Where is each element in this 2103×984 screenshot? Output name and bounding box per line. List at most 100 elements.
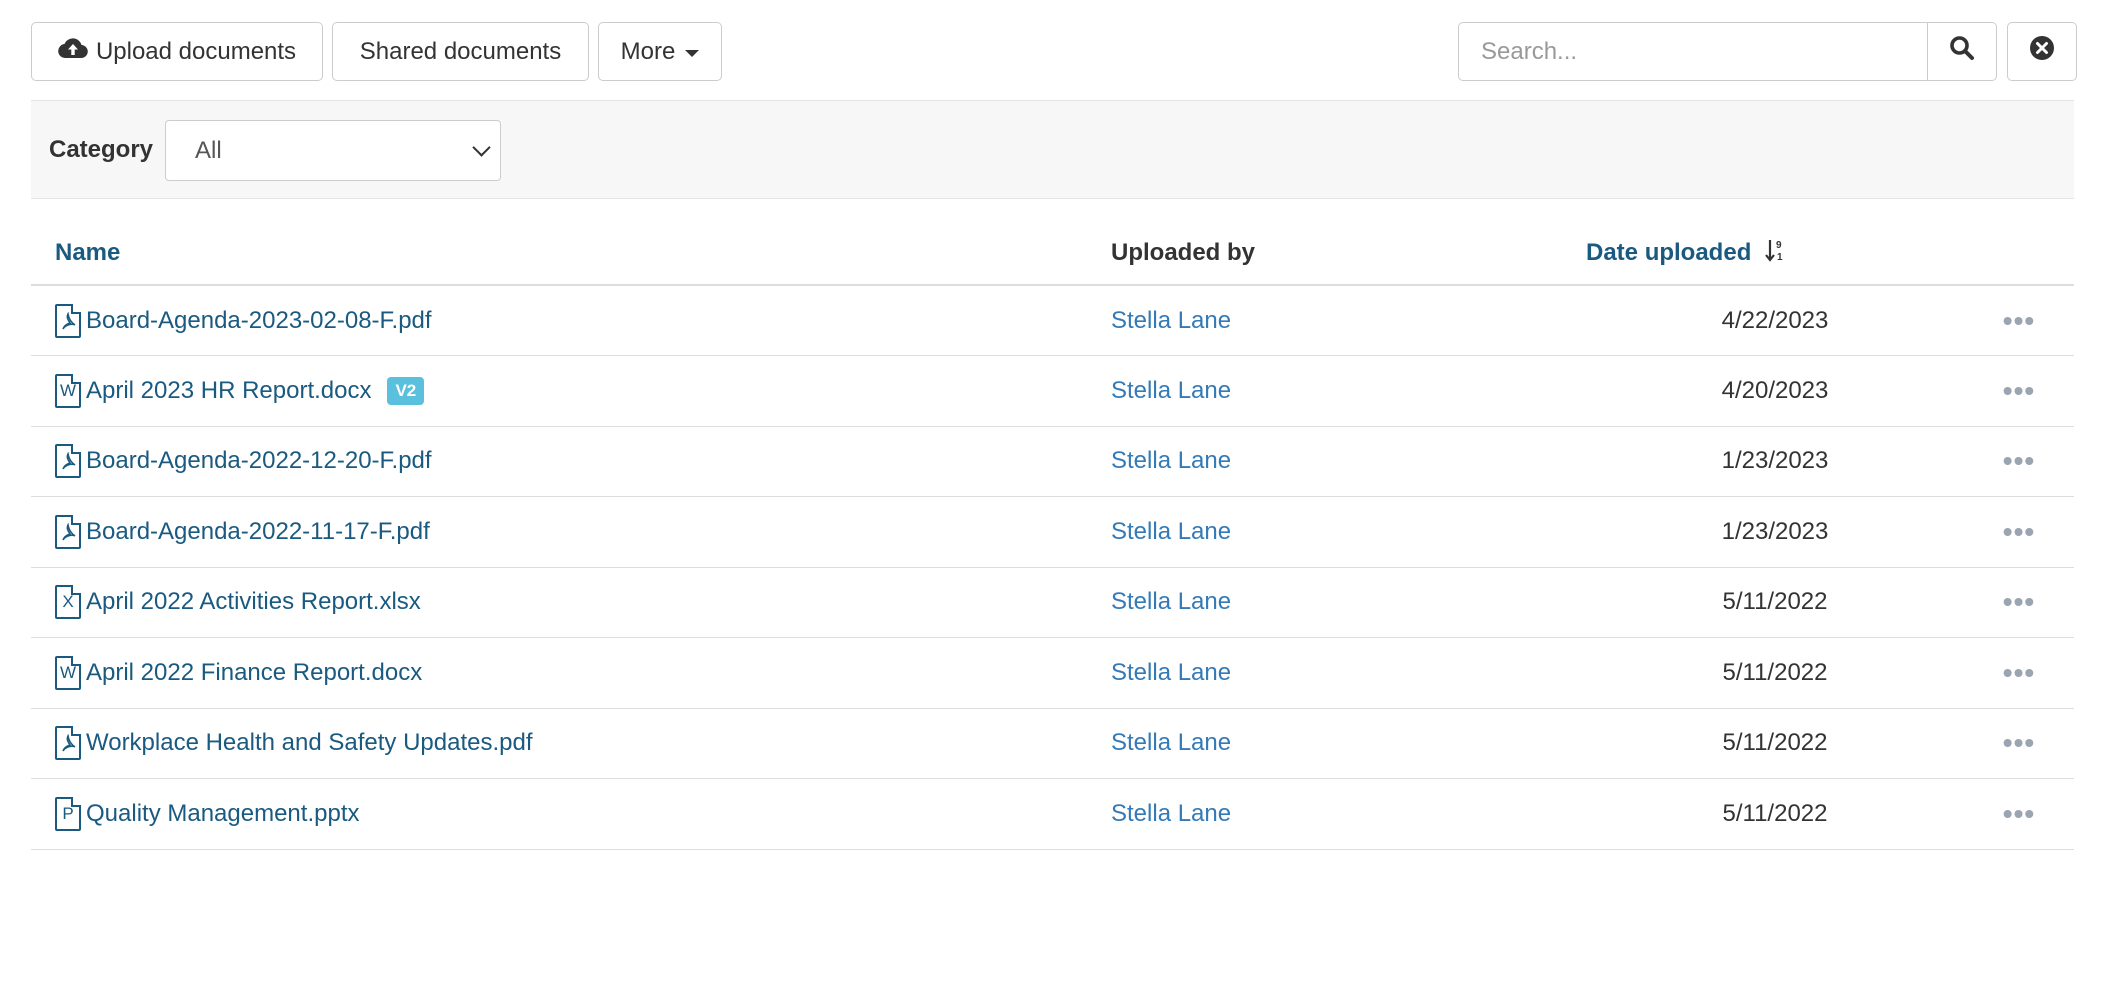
uploaded-by-cell: Stella Lane (1111, 285, 1586, 356)
category-select[interactable]: All (165, 120, 501, 181)
table-row: Board-Agenda-2023-02-08-F.pdf Stella Lane… (31, 285, 2074, 356)
date-uploaded-value: 5/11/2022 (1722, 658, 1828, 686)
chevron-down-icon (472, 138, 491, 157)
uploader-link[interactable]: Stella Lane (1111, 377, 1231, 404)
document-link[interactable]: April 2022 Finance Report.docx (86, 659, 422, 687)
date-uploaded-value: 5/11/2022 (1722, 729, 1828, 757)
date-cell: 5/11/2022 (1586, 778, 1964, 850)
actions-cell: ••• (1964, 567, 2074, 638)
document-link[interactable]: Workplace Health and Safety Updates.pdf (86, 729, 532, 757)
date-uploaded-value: 5/11/2022 (1722, 588, 1828, 616)
actions-cell: ••• (1964, 778, 2074, 850)
shared-documents-label: Shared documents (359, 37, 562, 65)
date-uploaded-value: 5/11/2022 (1722, 799, 1828, 827)
table-row: Board-Agenda-2022-12-20-F.pdf Stella Lane… (31, 426, 2074, 497)
uploader-link[interactable]: Stella Lane (1111, 307, 1231, 334)
date-uploaded-value: 1/23/2023 (1721, 517, 1829, 545)
uploaded-by-cell: Stella Lane (1111, 637, 1586, 709)
actions-cell: ••• (1964, 426, 2074, 497)
date-cell: 5/11/2022 (1586, 637, 1964, 709)
version-badge: V2 (387, 376, 425, 405)
date-cell: 5/11/2022 (1586, 567, 1964, 638)
more-options-icon[interactable]: ••• (1964, 376, 2074, 404)
date-cell: 1/23/2023 (1586, 426, 1964, 497)
more-options-icon[interactable]: ••• (1964, 447, 2074, 475)
clear-search-button[interactable] (2007, 22, 2077, 81)
more-options-icon[interactable]: ••• (1964, 658, 2074, 686)
powerpoint-file-icon: P (55, 796, 81, 831)
date-cell: 4/20/2023 (1586, 355, 1964, 427)
name-cell: W April 2022 Finance Report.docx (31, 637, 1111, 709)
cloud-upload-icon (58, 37, 88, 66)
category-label: Category (49, 136, 154, 163)
date-cell: 1/23/2023 (1586, 496, 1964, 568)
document-link[interactable]: Board-Agenda-2023-02-08-F.pdf (86, 307, 432, 335)
shared-documents-button[interactable]: Shared documents (332, 22, 589, 81)
document-link[interactable]: April 2023 HR Report.docx (86, 377, 371, 405)
date-uploaded-value: 4/20/2023 (1721, 376, 1829, 404)
column-date-label: Date uploaded (1586, 238, 1752, 266)
date-cell: 5/11/2022 (1586, 708, 1964, 779)
actions-cell: ••• (1964, 496, 2074, 568)
uploaded-by-cell: Stella Lane (1111, 496, 1586, 568)
svg-text:9: 9 (1776, 240, 1782, 251)
search-button[interactable] (1927, 22, 1997, 81)
more-options-icon[interactable]: ••• (1964, 517, 2074, 545)
column-header-uploaded-by: Uploaded by (1111, 222, 1586, 286)
pdf-file-icon (55, 726, 81, 761)
upload-documents-label: Upload documents (95, 37, 297, 65)
table-row: Workplace Health and Safety Updates.pdf S… (31, 708, 2074, 779)
uploader-link[interactable]: Stella Lane (1111, 518, 1231, 545)
sort-numeric-down-icon: 91 (1765, 238, 1787, 269)
uploaded-by-cell: Stella Lane (1111, 355, 1586, 427)
uploaded-by-cell: Stella Lane (1111, 708, 1586, 779)
word-file-icon: W (55, 655, 81, 690)
table-row: Board-Agenda-2022-11-17-F.pdf Stella Lane… (31, 496, 2074, 568)
column-header-date-uploaded[interactable]: Date uploaded 9 1 (1586, 222, 1964, 286)
more-options-icon[interactable]: ••• (1964, 306, 2074, 334)
name-cell: Board-Agenda-2022-11-17-F.pdf (31, 496, 1111, 568)
date-uploaded-value: 1/23/2023 (1721, 447, 1829, 475)
column-header-name[interactable]: Name (31, 222, 1111, 286)
more-options-icon[interactable]: ••• (1964, 799, 2074, 827)
word-file-icon: W (55, 373, 81, 408)
filter-bar: Category All (31, 100, 2074, 199)
name-cell: X April 2022 Activities Report.xlsx (31, 567, 1111, 638)
uploaded-by-cell: Stella Lane (1111, 426, 1586, 497)
name-cell: P Quality Management.pptx (31, 778, 1111, 850)
pdf-file-icon (55, 514, 81, 549)
uploader-link[interactable]: Stella Lane (1111, 588, 1231, 615)
more-options-icon[interactable]: ••• (1964, 729, 2074, 757)
svg-text:1: 1 (1777, 252, 1783, 262)
uploader-link[interactable]: Stella Lane (1111, 447, 1231, 474)
name-cell: Board-Agenda-2022-12-20-F.pdf (31, 426, 1111, 497)
close-circle-icon (2029, 35, 2055, 68)
actions-cell: ••• (1964, 285, 2074, 356)
more-dropdown-button[interactable]: More (598, 22, 722, 81)
column-name-label: Name (55, 239, 121, 266)
document-link[interactable]: Board-Agenda-2022-11-17-F.pdf (86, 518, 430, 546)
uploader-link[interactable]: Stella Lane (1111, 729, 1231, 756)
date-uploaded-value: 4/22/2023 (1721, 306, 1829, 334)
uploader-link[interactable]: Stella Lane (1111, 800, 1231, 827)
document-link[interactable]: Board-Agenda-2022-12-20-F.pdf (86, 447, 432, 475)
document-link[interactable]: April 2022 Activities Report.xlsx (86, 588, 421, 616)
uploaded-by-cell: Stella Lane (1111, 778, 1586, 850)
search-input[interactable] (1458, 22, 1928, 81)
column-uploaded-by-label: Uploaded by (1111, 239, 1256, 266)
upload-documents-button[interactable]: Upload documents (31, 22, 323, 81)
actions-cell: ••• (1964, 637, 2074, 709)
date-cell: 4/22/2023 (1586, 285, 1964, 356)
name-cell: W April 2023 HR Report.docx V2 (31, 355, 1111, 427)
column-header-actions (1964, 222, 2074, 286)
pdf-file-icon (55, 303, 81, 338)
more-options-icon[interactable]: ••• (1964, 588, 2074, 616)
name-cell: Board-Agenda-2023-02-08-F.pdf (31, 285, 1111, 356)
uploaded-by-cell: Stella Lane (1111, 567, 1586, 638)
actions-cell: ••• (1964, 708, 2074, 779)
excel-file-icon: X (55, 585, 81, 620)
document-link[interactable]: Quality Management.pptx (86, 800, 359, 828)
uploader-link[interactable]: Stella Lane (1111, 659, 1231, 686)
table-row: W April 2022 Finance Report.docx Stella La… (31, 637, 2074, 709)
more-label: More (620, 37, 676, 65)
